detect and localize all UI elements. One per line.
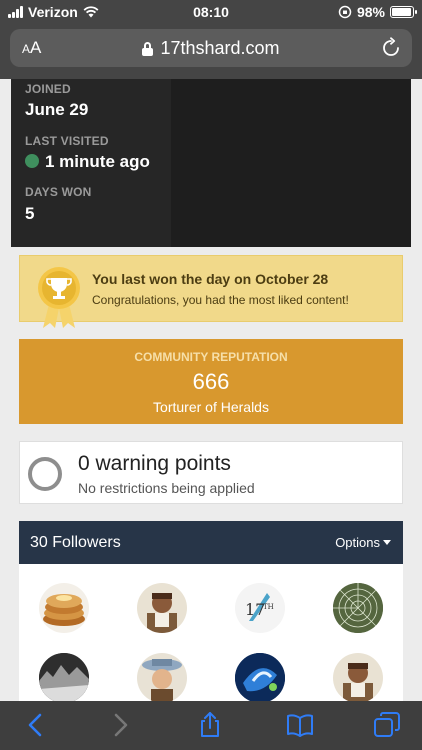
follower-avatar[interactable]: [333, 583, 383, 633]
back-icon[interactable]: [22, 712, 50, 738]
lock-icon: [142, 42, 154, 56]
forward-icon[interactable]: [106, 712, 134, 738]
warning-title: 0 warning points: [78, 452, 231, 475]
status-bar: Verizon 08:10 98%: [0, 0, 422, 24]
days-won-value: 5: [25, 204, 35, 223]
followers-header: 30 Followers Options: [19, 521, 403, 564]
last-visited-label: LAST VISITED: [25, 134, 109, 148]
url-display[interactable]: 17thshard.com: [10, 38, 412, 59]
followers-widget: 30 Followers Options 17 TH: [19, 521, 403, 703]
character-avatar-image: [147, 593, 177, 633]
character-avatar-image: [343, 663, 373, 703]
hatted-character-avatar-image: [142, 659, 182, 703]
follower-avatar[interactable]: [137, 653, 187, 703]
win-title: You last won the day on October 28: [92, 271, 329, 287]
warning-subtitle: No restrictions being applied: [78, 480, 255, 496]
tabs-icon[interactable]: [373, 712, 401, 738]
follower-avatar[interactable]: [39, 653, 89, 703]
battery-percent: 98%: [356, 4, 385, 20]
profile-stats-panel: JOINED June 29 LAST VISITED 1 minute ago…: [11, 79, 411, 247]
follower-avatar[interactable]: 17 TH: [235, 583, 285, 633]
warning-status-icon: [28, 457, 62, 491]
reputation-value: 666: [192, 369, 230, 394]
options-label: Options: [335, 535, 380, 550]
win-subtitle: Congratulations, you had the most liked …: [92, 293, 349, 307]
trophy-icon: [38, 267, 80, 328]
gray-city-avatar-image: [39, 653, 89, 703]
address-bar[interactable]: AA 17thshard.com: [10, 29, 412, 67]
follower-avatar[interactable]: [235, 653, 285, 703]
battery-icon: [390, 6, 417, 18]
spiderweb-avatar-image: [333, 583, 383, 633]
pancakes-avatar-image: [43, 594, 85, 626]
url-text: 17thshard.com: [160, 38, 280, 58]
follower-avatar[interactable]: [333, 653, 383, 703]
follower-avatar[interactable]: [39, 583, 89, 633]
followers-options-button[interactable]: Options: [335, 535, 391, 550]
last-visited-row: 1 minute ago: [25, 152, 150, 172]
blue-swirl-avatar-image: [235, 653, 285, 703]
caret-down-icon: [383, 540, 391, 545]
follower-avatar[interactable]: [137, 583, 187, 633]
followers-title: 30 Followers: [30, 534, 121, 551]
reputation-label: COMMUNITY REPUTATION: [134, 350, 288, 364]
share-icon[interactable]: [196, 712, 224, 738]
browser-toolbar: [0, 701, 422, 750]
days-won-label: DAYS WON: [25, 185, 92, 199]
joined-value: June 29: [25, 100, 89, 119]
svg-text:TH: TH: [263, 603, 274, 611]
day-winner-banner: You last won the day on October 28 Congr…: [19, 255, 403, 328]
seventeenth-shard-logo-avatar: 17 TH: [245, 593, 274, 621]
bookmarks-icon[interactable]: [286, 712, 314, 738]
browser-top-chrome: Verizon 08:10 98% AA 17thshard.com: [0, 0, 422, 79]
joined-label: JOINED: [25, 82, 71, 96]
online-status-icon: [25, 154, 39, 168]
warning-points-card: 0 warning points No restrictions being a…: [19, 441, 403, 504]
reload-icon[interactable]: [380, 37, 402, 59]
orientation-lock-icon: [338, 5, 352, 19]
reputation-rank: Torturer of Heralds: [153, 399, 269, 415]
reputation-card[interactable]: COMMUNITY REPUTATION 666 Torturer of Her…: [19, 339, 403, 424]
last-visited-value: 1 minute ago: [45, 152, 150, 171]
